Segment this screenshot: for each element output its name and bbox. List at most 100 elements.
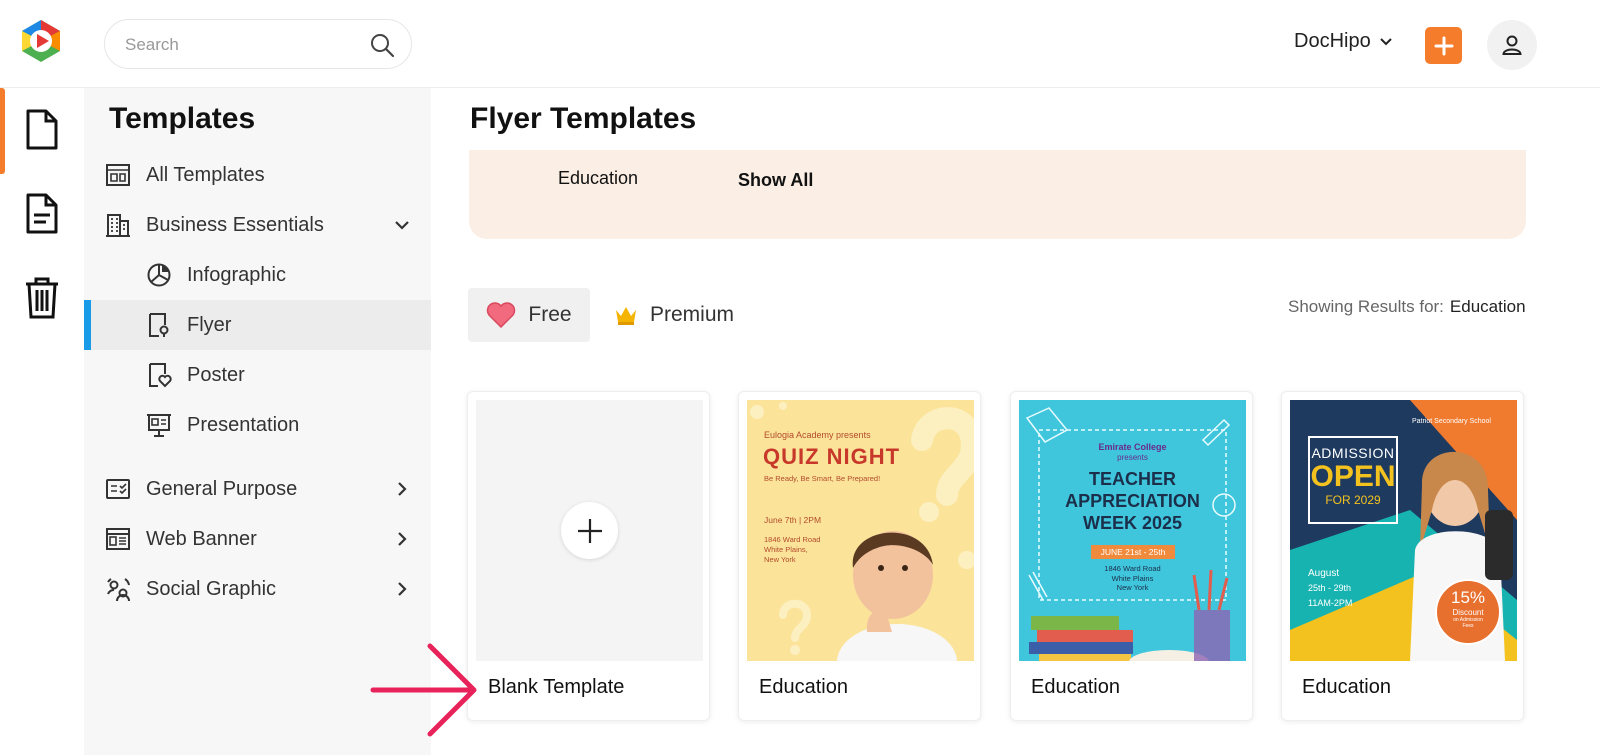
pie-chart-icon [147,263,171,287]
flyer-presenter-line2: presents [1117,453,1148,462]
flyer-icon [149,313,169,337]
blank-thumbnail [476,400,703,661]
sidebar-item-presentation[interactable]: Presentation [84,400,431,450]
dochipo-logo-icon[interactable] [18,18,64,64]
sidebar-item-web-banner[interactable]: Web Banner [84,514,431,564]
search-box [104,19,412,69]
address-line: White Plains, [764,545,808,554]
card-caption: Education [1031,676,1120,698]
free-filter-label: Free [528,303,572,326]
plus-icon [1434,36,1453,55]
free-filter-button[interactable]: Free [468,288,590,342]
flyer-time: 11AM-2PM [1308,598,1353,608]
category-bar: Education Show All [469,150,1526,239]
main-content: Flyer Templates Education Show All Free … [431,88,1600,755]
card-caption: Blank Template [488,676,625,698]
category-show-all[interactable]: Show All [738,170,813,191]
template-card-quiz-night[interactable]: Eulogia Academy presents QUIZ NIGHT Be R… [738,391,981,721]
checklist-icon [106,479,130,499]
chevron-right-icon[interactable] [392,479,412,499]
web-banner-icon [106,528,130,550]
sidebar-item-label: Flyer [187,313,232,336]
crown-icon [616,307,636,325]
flyer-tagline: Be Ready, Be Smart, Be Prepared! [764,474,881,483]
results-value: Education [1449,297,1526,316]
template-card-admission-open[interactable]: Patriot Secondary School ADMISSION OPEN … [1281,391,1524,721]
template-card-teacher-appreciation[interactable]: Emirate College presents TEACHER APPRECI… [1010,391,1253,721]
trash-icon[interactable] [22,276,62,320]
search-icon[interactable] [369,32,395,58]
headline-line: TEACHER [1088,469,1176,489]
flyer-headline: TEACHER APPRECIATION WEEK 2025 [1019,468,1246,534]
card-caption: Education [759,676,848,698]
sidebar-item-label: Poster [187,363,245,386]
template-card-blank[interactable]: Blank Template [467,391,710,721]
flyer-headline-open: OPEN [1310,460,1396,493]
page-title: Flyer Templates [470,102,697,135]
discount-label: Discount [1452,608,1484,617]
flyer-presenter: Eulogia Academy presents [764,430,871,440]
flyer-month: August [1308,568,1340,579]
grid-layout-icon [106,164,130,186]
chevron-down-icon[interactable] [392,215,412,235]
sidebar-item-label: Web Banner [146,527,257,550]
results-label: Showing Results for: [1288,297,1444,316]
search-input[interactable] [125,32,355,58]
discount-note: on Admission Fees [1453,617,1483,629]
sidebar-item-label: Business Essentials [146,213,324,236]
admission-headline-box: ADMISSION OPEN FOR 2029 [1308,436,1398,524]
premium-filter-button[interactable]: Premium [614,288,734,342]
sidebar-item-label: Presentation [187,413,300,436]
user-avatar[interactable] [1487,20,1537,70]
sidebar-item-label: General Purpose [146,477,298,500]
presentation-icon [147,414,171,437]
building-icon [106,214,130,237]
plus-icon [577,518,602,543]
sidebar-item-flyer[interactable]: Flyer [84,300,431,350]
poster-icon [149,363,172,388]
teacher-appreciation-thumbnail: Emirate College presents TEACHER APPRECI… [1019,400,1246,661]
quiz-night-thumbnail: Eulogia Academy presents QUIZ NIGHT Be R… [747,400,974,661]
flyer-headline: ADMISSION [1311,445,1395,461]
sidebar-title: Templates [109,102,256,135]
text-document-icon[interactable] [22,192,62,236]
discount-value: 15% [1450,588,1486,607]
sidebar-item-business-essentials[interactable]: Business Essentials [84,200,431,250]
top-bar: DocHipo [0,0,1600,88]
flyer-presenter: Emirate College [1098,442,1167,452]
sidebar-item-all-templates[interactable]: All Templates [84,150,431,200]
discount-badge: 15% Discount on Admission Fees [1436,588,1500,629]
create-button[interactable] [1425,27,1462,64]
chevron-right-icon[interactable] [392,529,412,549]
category-education[interactable]: Education [558,168,638,189]
address-line: White Plains [1111,573,1154,583]
flyer-dates: JUNE 21st - 25th [1091,545,1175,559]
document-icon[interactable] [22,108,62,152]
address-line: New York [764,555,796,564]
sidebar-item-social-graphic[interactable]: Social Graphic [84,564,431,614]
results-summary: Showing Results for: Education [1288,297,1526,317]
address-line: 1846 Ward Road [764,535,821,544]
chevron-down-icon [1379,37,1392,45]
sidebar-item-label: Infographic [187,263,286,286]
flyer-dates: 25th - 29th [1308,583,1352,593]
flyer-headline-year: FOR 2029 [1325,493,1381,507]
pointer-arrow-icon [370,643,477,737]
sidebar-item-general-purpose[interactable]: General Purpose [84,464,431,514]
user-icon [1502,35,1522,55]
left-rail [0,88,84,755]
add-blank-button[interactable] [561,502,618,559]
sidebar-item-poster[interactable]: Poster [84,350,431,400]
chevron-right-icon[interactable] [392,579,412,599]
flyer-address: 1846 Ward Road White Plains, New York [764,535,820,565]
premium-filter-label: Premium [650,303,735,326]
address-line: 1846 Ward Road [1104,564,1161,573]
rail-active-indicator [0,88,5,174]
heart-icon [487,302,516,328]
flyer-address: 1846 Ward Road White Plains New York [1019,564,1246,593]
sidebar-item-infographic[interactable]: Infographic [84,250,431,300]
flyer-school: Patriot Secondary School [1412,418,1491,425]
address-line: New York [1116,583,1149,592]
admission-open-thumbnail: Patriot Secondary School ADMISSION OPEN … [1290,400,1517,661]
workspace-menu[interactable]: DocHipo [1294,30,1393,53]
